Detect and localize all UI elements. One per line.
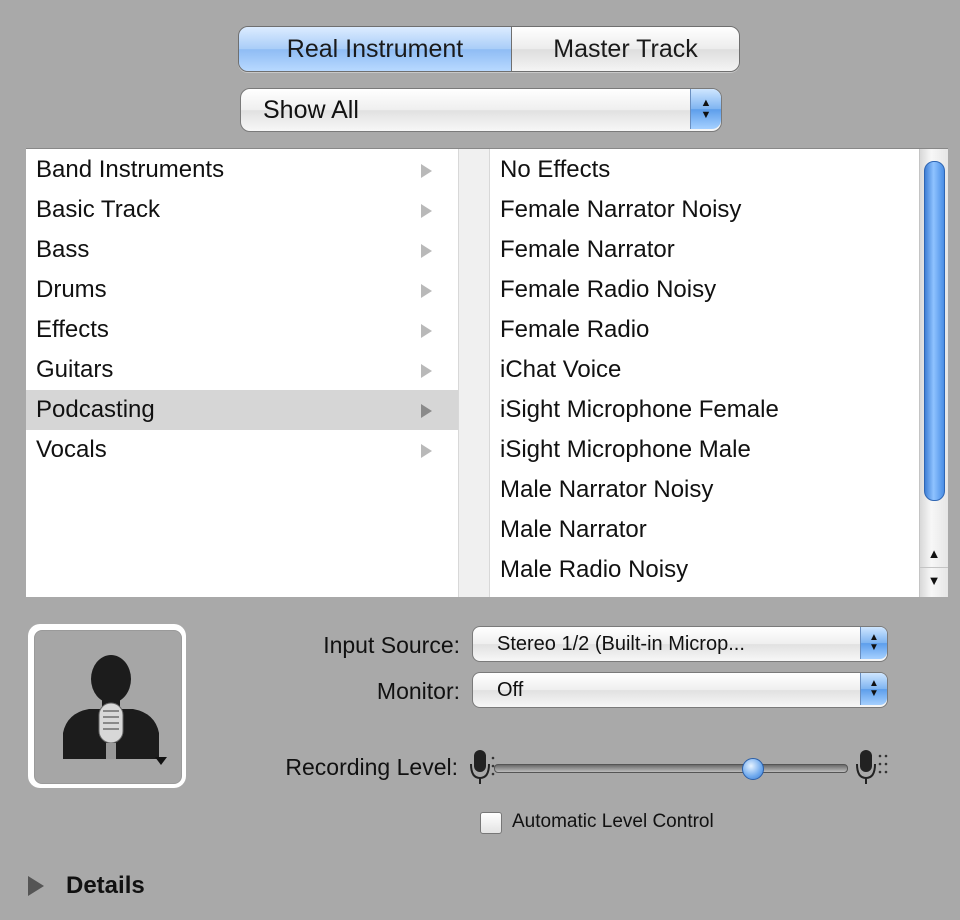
category-item[interactable]: Drums	[26, 270, 458, 310]
recording-level-label: Recording Level:	[285, 754, 458, 780]
popup-arrows-icon: ▲ ▼	[860, 673, 887, 705]
preset-item[interactable]: Female Narrator	[490, 230, 920, 270]
preset-item[interactable]: Female Radio	[490, 310, 920, 350]
category-item[interactable]: Band Instruments	[26, 150, 458, 190]
scroll-up-arrow-icon[interactable]: ▲	[920, 541, 948, 565]
filter-popup-value: Show All	[263, 95, 359, 124]
preset-item[interactable]: iSight Microphone Male	[490, 430, 920, 470]
input-source-label: Input Source:	[323, 632, 460, 658]
category-item[interactable]: Vocals	[26, 430, 458, 470]
chevron-right-icon	[421, 444, 432, 458]
preset-item[interactable]: Male Radio Noisy	[490, 550, 920, 590]
category-label: Drums	[36, 276, 107, 303]
chevron-right-icon	[421, 284, 432, 298]
podcaster-microphone-icon	[63, 655, 159, 759]
monitor-value: Off	[497, 678, 524, 701]
monitor-popup[interactable]: Off ▲ ▼	[472, 672, 888, 708]
input-source-popup[interactable]: Stereo 1/2 (Built-in Microp... ▲ ▼	[472, 626, 888, 662]
preset-list: No Effects Female Narrator Noisy Female Na…	[490, 149, 920, 597]
icon-menu-caret-icon	[155, 757, 167, 765]
master-track-tab[interactable]: Master Track	[512, 27, 739, 71]
category-item[interactable]: Podcasting	[26, 390, 458, 430]
chevron-right-icon	[421, 244, 432, 258]
filter-popup[interactable]: Show All ▲ ▼	[240, 88, 722, 132]
chevron-right-icon	[421, 204, 432, 218]
recording-level-slider[interactable]	[494, 758, 848, 780]
category-label: Effects	[36, 316, 109, 343]
monitor-label: Monitor:	[376, 678, 460, 704]
auto-level-label: Automatic Level Control	[512, 811, 714, 832]
category-label: Guitars	[36, 356, 114, 383]
preset-item[interactable]: iSight Microphone Female	[490, 390, 920, 430]
chevron-right-icon	[421, 324, 432, 338]
details-disclosure-triangle-icon[interactable]	[28, 876, 44, 896]
category-item[interactable]: Bass	[26, 230, 458, 270]
browser-lists: Band Instruments Basic Track Bass Drums Effe…	[26, 148, 948, 597]
mic-high-icon	[856, 750, 888, 784]
preset-item[interactable]: Male Narrator	[490, 510, 920, 550]
category-label: Bass	[36, 236, 90, 263]
scroll-down-arrow-icon[interactable]: ▼	[920, 567, 948, 592]
track-type-segmented-control: Real Instrument Master Track	[238, 26, 740, 72]
real-instrument-tab[interactable]: Real Instrument	[239, 27, 512, 71]
chevron-right-icon	[421, 404, 432, 418]
preset-scrollbar[interactable]: ▲ ▼	[919, 149, 948, 597]
preset-item[interactable]: Male Narrator Noisy	[490, 470, 920, 510]
column-divider[interactable]	[458, 149, 490, 597]
category-item[interactable]: Basic Track	[26, 190, 458, 230]
preset-item[interactable]: Female Radio Noisy	[490, 270, 920, 310]
scrollbar-thumb[interactable]	[924, 161, 945, 501]
track-icon-frame	[34, 630, 182, 784]
input-source-value: Stereo 1/2 (Built-in Microp...	[497, 632, 745, 655]
mic-low-icon	[470, 750, 495, 784]
chevron-right-icon	[421, 164, 432, 178]
track-icon-well[interactable]	[28, 624, 186, 788]
popup-arrows-icon: ▲ ▼	[860, 627, 887, 659]
category-item[interactable]: Guitars	[26, 350, 458, 390]
auto-level-checkbox[interactable]	[480, 812, 502, 834]
slider-knob[interactable]	[741, 758, 764, 780]
preset-item[interactable]: No Effects	[490, 150, 920, 190]
category-item[interactable]: Effects	[26, 310, 458, 350]
chevron-right-icon	[421, 364, 432, 378]
category-label: Band Instruments	[36, 156, 225, 183]
category-label: Basic Track	[36, 196, 161, 223]
preset-item[interactable]: iChat Voice	[490, 350, 920, 390]
preset-item[interactable]: Female Narrator Noisy	[490, 190, 920, 230]
details-label[interactable]: Details	[66, 872, 145, 900]
category-list: Band Instruments Basic Track Bass Drums Effe…	[26, 149, 458, 597]
category-label: Podcasting	[36, 396, 155, 423]
category-label: Vocals	[36, 436, 107, 463]
popup-arrows-icon: ▲ ▼	[690, 89, 721, 129]
